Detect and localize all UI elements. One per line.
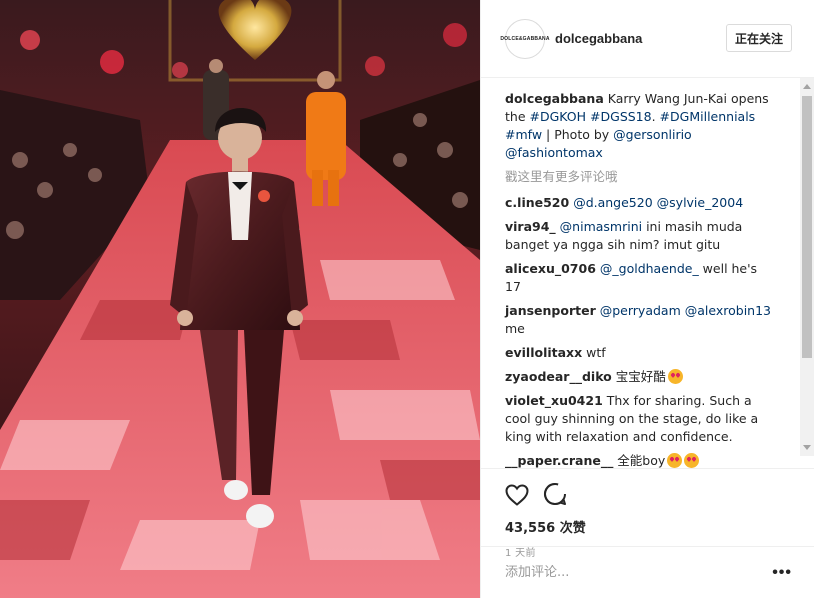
likes-count[interactable]: 43,556 次赞 xyxy=(505,517,790,536)
header-username[interactable]: dolcegabbana xyxy=(555,31,642,46)
comment-username[interactable]: evillolitaxx xyxy=(505,345,582,360)
comment-username[interactable]: violet_xu0421 xyxy=(505,393,603,408)
comment-username[interactable]: zyaodear__diko xyxy=(505,369,612,384)
hashtag-link[interactable]: #mfw xyxy=(505,127,542,142)
comment-item: zyaodear__diko 宝宝好酷 xyxy=(505,368,775,386)
comment-username[interactable]: alicexu_0706 xyxy=(505,261,596,276)
post-photo[interactable] xyxy=(0,0,480,598)
load-more-comments-link[interactable]: 戳这里有更多评论哦 xyxy=(505,168,775,186)
hashtag-link[interactable]: #DGSS18 xyxy=(590,109,652,124)
instagram-post-modal: DOLCE&GABBANA dolcegabbana 正在关注 dolcegab… xyxy=(0,0,814,598)
mention-link[interactable]: @nimasmrini xyxy=(560,219,642,234)
avatar[interactable]: DOLCE&GABBANA xyxy=(500,18,549,59)
hashtag-link[interactable]: #DGKOH xyxy=(530,109,587,124)
comment-item: c.line520 @d.ange520 @sylvie_2004 xyxy=(505,194,775,212)
scrollbar-thumb[interactable] xyxy=(802,96,812,358)
heart-eyes-emoji-icon xyxy=(667,453,683,468)
action-icons xyxy=(505,469,790,509)
hashtag-link[interactable]: #DGMillennials xyxy=(660,109,756,124)
add-comment-input[interactable] xyxy=(505,565,773,580)
scroll-up-arrow-icon[interactable] xyxy=(803,84,811,89)
comment-item: alicexu_0706 @_goldhaende_ well he's 17 xyxy=(505,260,775,296)
more-options-button[interactable]: ••• xyxy=(772,564,792,582)
post-header: DOLCE&GABBANA dolcegabbana 正在关注 xyxy=(481,0,814,78)
mention-link[interactable]: @sylvie_2004 xyxy=(657,195,744,210)
following-button[interactable]: 正在关注 xyxy=(725,24,792,52)
comment-username[interactable]: c.line520 xyxy=(505,195,569,210)
post-caption: dolcegabbana Karry Wang Jun-Kai opens th… xyxy=(505,90,775,162)
post-actions: 43,556 次赞 1 天前 ••• xyxy=(481,468,814,598)
caption-username[interactable]: dolcegabbana xyxy=(505,91,604,106)
heart-eyes-emoji-icon xyxy=(684,453,700,468)
comment-item: vira94_ @nimasmrini ini masih muda bange… xyxy=(505,218,775,254)
mention-link[interactable]: @perryadam xyxy=(600,303,681,318)
comment-item: __paper.crane__ 全能boy xyxy=(505,452,775,468)
add-comment-bar: ••• xyxy=(481,546,814,598)
mention-link[interactable]: @alexrobin13 xyxy=(685,303,771,318)
post-side-panel: DOLCE&GABBANA dolcegabbana 正在关注 dolcegab… xyxy=(480,0,814,598)
caption-text: | Photo by xyxy=(542,127,614,142)
caption-text: . xyxy=(651,109,660,124)
comment-text: 全能boy xyxy=(613,453,666,468)
mention-link[interactable]: @_goldhaende_ xyxy=(600,261,699,276)
comment-text: wtf xyxy=(582,345,606,360)
comment-text: me xyxy=(505,321,525,336)
comment-item: violet_xu0421 Thx for sharing. Such a co… xyxy=(505,392,775,446)
runway-photo-illustration xyxy=(0,0,480,598)
comments-list: dolcegabbana Karry Wang Jun-Kai opens th… xyxy=(481,78,814,468)
mention-link[interactable]: @gersonlirio xyxy=(613,127,692,142)
scroll-down-arrow-icon[interactable] xyxy=(803,445,811,450)
comment-item: evillolitaxx wtf xyxy=(505,344,775,362)
comment-username[interactable]: __paper.crane__ xyxy=(505,453,613,468)
mention-link[interactable]: @d.ange520 xyxy=(573,195,652,210)
heart-eyes-emoji-icon xyxy=(667,369,683,384)
comment-bubble-icon[interactable] xyxy=(543,482,567,509)
heart-icon[interactable] xyxy=(505,484,529,509)
comment-username[interactable]: vira94_ xyxy=(505,219,556,234)
comment-username[interactable]: jansenporter xyxy=(505,303,596,318)
mention-link[interactable]: @fashiontomax xyxy=(505,145,603,160)
comment-text: 宝宝好酷 xyxy=(611,369,666,384)
comments-scrollbar[interactable] xyxy=(800,78,814,456)
comment-item: jansenporter @perryadam @alexrobin13 me xyxy=(505,302,775,338)
